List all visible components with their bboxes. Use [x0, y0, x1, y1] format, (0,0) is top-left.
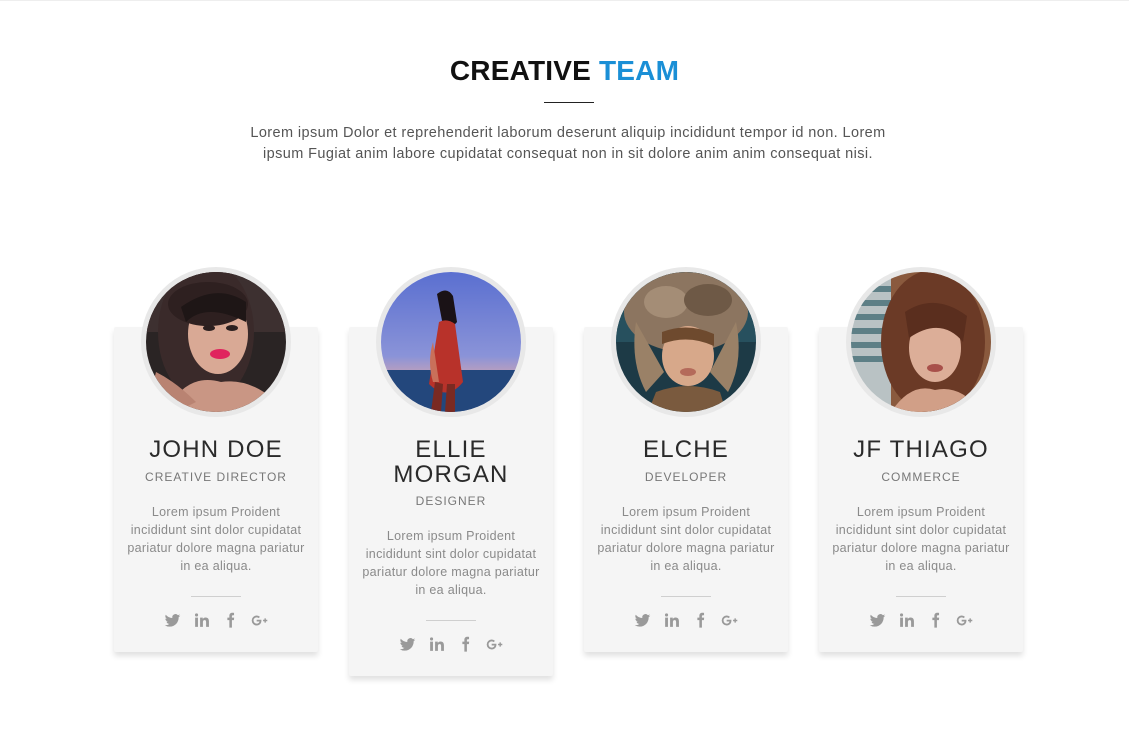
avatar-john-doe [141, 267, 291, 417]
social-links [584, 612, 788, 629]
social-links [819, 612, 1023, 629]
facebook-icon[interactable] [692, 612, 709, 629]
avatar-ellie-morgan [376, 267, 526, 417]
section-intro: Lorem ipsum Dolor et reprehenderit labor… [250, 125, 886, 162]
facebook-icon[interactable] [222, 612, 239, 629]
member-bio: Lorem ipsum Proident incididunt sint dol… [362, 529, 540, 597]
member-role: COMMERCE [881, 470, 961, 484]
section-title-accent: TEAM [598, 55, 680, 86]
card-divider [661, 596, 711, 597]
linkedin-icon[interactable] [898, 612, 915, 629]
section-title-main: CREATIVE [449, 55, 591, 86]
linkedin-icon[interactable] [193, 612, 210, 629]
member-bio: Lorem ipsum Proident incididunt sint dol… [832, 505, 1010, 573]
member-bio: Lorem ipsum Proident incididunt sint dol… [597, 505, 775, 573]
social-links [349, 636, 553, 653]
member-role: CREATIVE DIRECTOR [145, 470, 287, 484]
twitter-icon[interactable] [399, 636, 416, 653]
card-divider [426, 620, 476, 621]
linkedin-icon[interactable] [428, 636, 445, 653]
member-name: JF THIAGO [853, 436, 989, 463]
social-links [114, 612, 318, 629]
member-name: JOHN DOE [149, 436, 283, 463]
member-role: DEVELOPER [644, 470, 728, 484]
member-role: DESIGNER [415, 494, 487, 508]
google-plus-icon[interactable] [486, 636, 503, 653]
member-name: ELLIE MORGAN [393, 436, 509, 488]
twitter-icon[interactable] [634, 612, 651, 629]
title-divider [544, 102, 594, 103]
google-plus-icon[interactable] [721, 612, 738, 629]
google-plus-icon[interactable] [956, 612, 973, 629]
card-divider [896, 596, 946, 597]
google-plus-icon[interactable] [251, 612, 268, 629]
facebook-icon[interactable] [927, 612, 944, 629]
member-bio: Lorem ipsum Proident incididunt sint dol… [127, 505, 305, 573]
avatar-jf-thiago [846, 267, 996, 417]
member-name: ELCHE [642, 436, 730, 463]
team-section: CREATIVE TEAM Lorem ipsum Dolor et repre… [0, 0, 1129, 734]
facebook-icon[interactable] [457, 636, 474, 653]
avatar-elche [611, 267, 761, 417]
linkedin-icon[interactable] [663, 612, 680, 629]
twitter-icon[interactable] [869, 612, 886, 629]
section-title: CREATIVE TEAM [0, 55, 1129, 87]
card-divider [191, 596, 241, 597]
twitter-icon[interactable] [164, 612, 181, 629]
